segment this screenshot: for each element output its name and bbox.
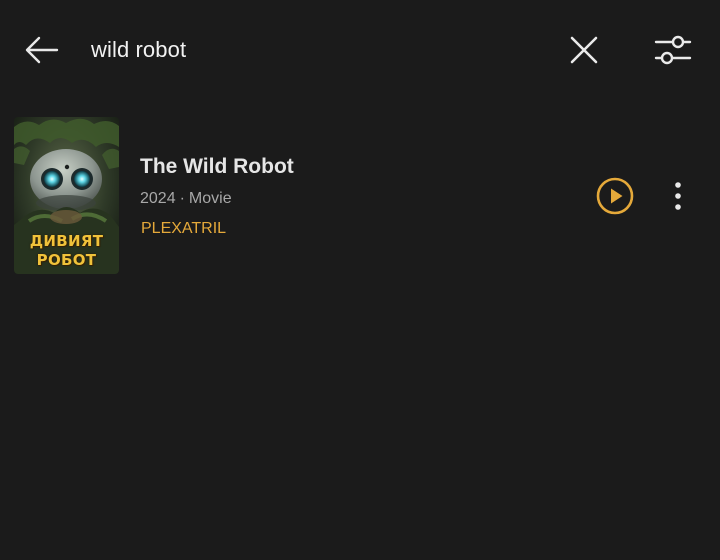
poster-title-line-1: ДИВИЯТ [29, 232, 104, 250]
meta-separator: · [179, 190, 185, 207]
play-circle-icon [596, 177, 634, 215]
poster-title-line-2: РОБОТ [36, 251, 97, 269]
close-icon [570, 36, 598, 64]
result-year: 2024 [140, 190, 176, 207]
result-type: Movie [188, 190, 232, 207]
more-options-button[interactable] [660, 176, 696, 216]
filter-button[interactable] [651, 28, 695, 72]
back-button[interactable] [20, 28, 64, 72]
search-bar: wild robot [0, 0, 720, 100]
play-button[interactable] [595, 176, 635, 216]
sliders-icon [654, 35, 692, 65]
clear-search-button[interactable] [562, 28, 606, 72]
result-source: PLEXATRIL [141, 220, 227, 237]
result-meta: 2024 · Movie [140, 190, 232, 208]
result-title: The Wild Robot [140, 155, 294, 178]
more-vertical-icon [675, 182, 681, 210]
arrow-left-icon [25, 36, 59, 64]
movie-poster[interactable]: ДИВИЯТ РОБОТ [14, 117, 119, 274]
search-result-item[interactable]: ДИВИЯТ РОБОТ The Wild Robot 2024 · Movie P… [0, 110, 720, 282]
search-input[interactable]: wild robot [91, 36, 186, 64]
